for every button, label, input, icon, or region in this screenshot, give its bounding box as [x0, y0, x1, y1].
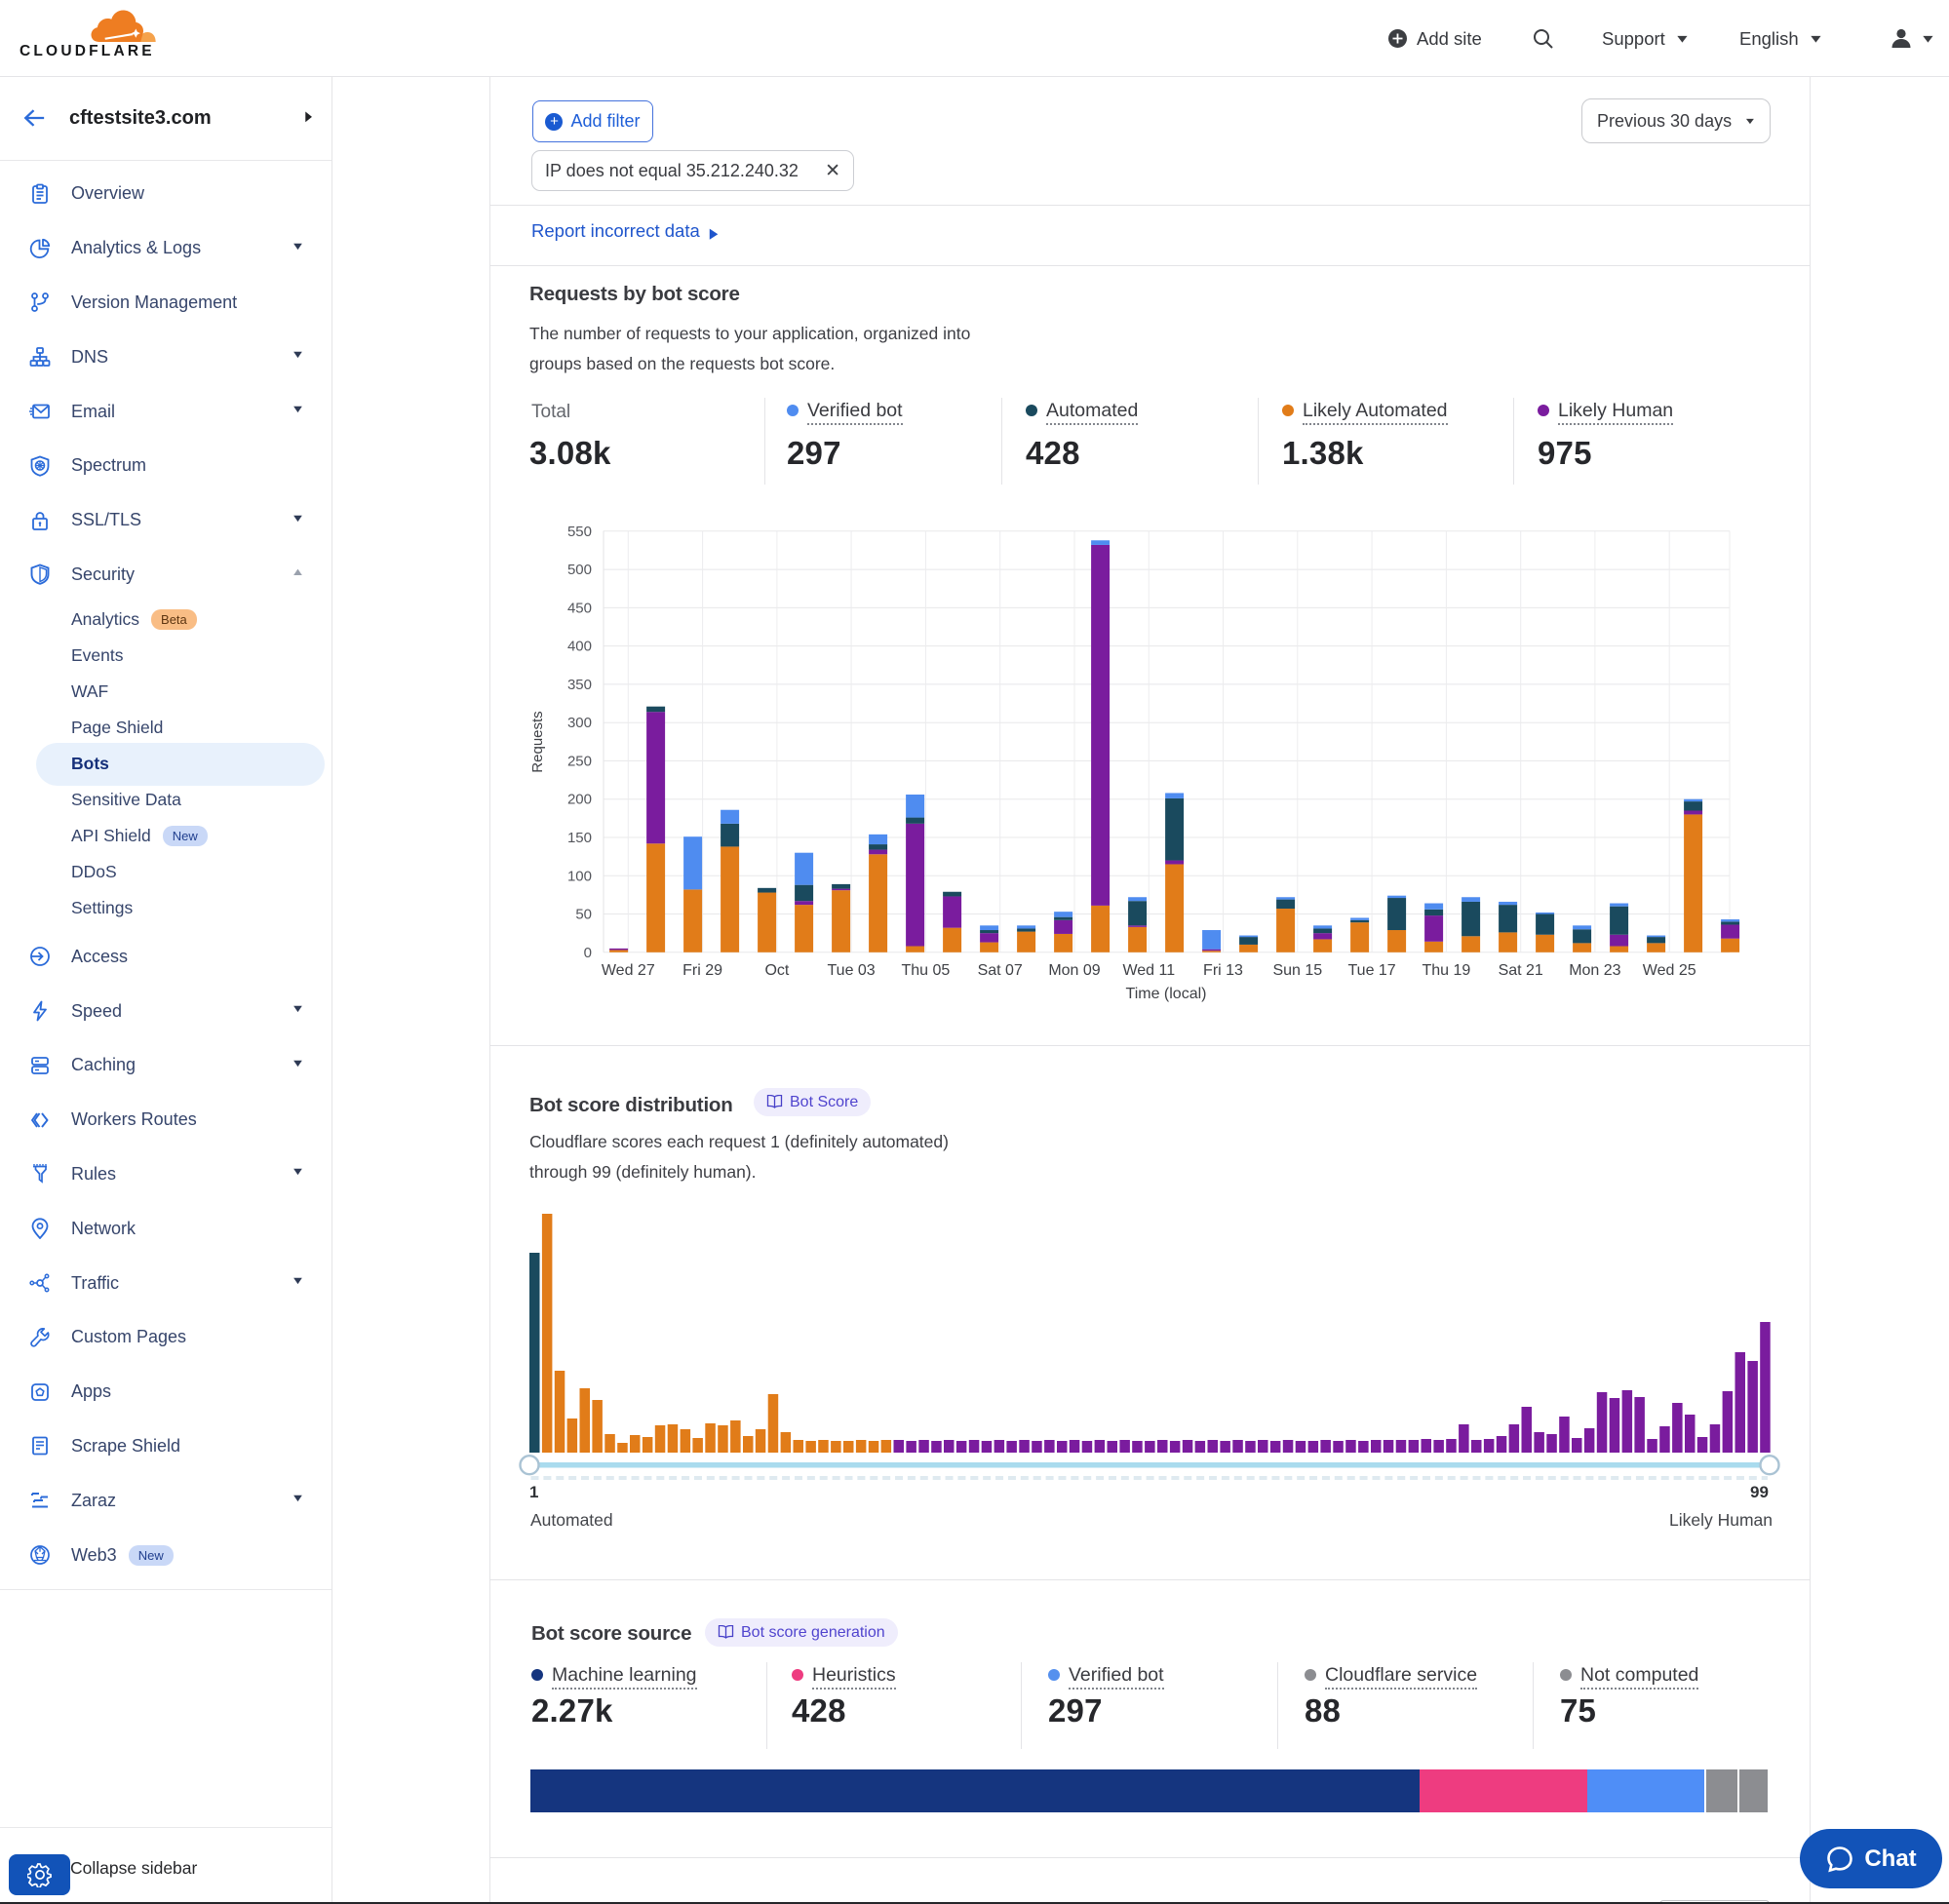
svg-text:Requests: Requests: [529, 711, 546, 772]
svg-text:Wed 25: Wed 25: [1643, 962, 1696, 979]
svg-text:0: 0: [584, 945, 592, 961]
svg-text:200: 200: [567, 792, 592, 808]
svg-text:Mon 23: Mon 23: [1569, 962, 1620, 979]
svg-text:Oct: Oct: [764, 962, 789, 979]
svg-text:Sun 15: Sun 15: [1272, 962, 1322, 979]
svg-text:Wed 11: Wed 11: [1122, 962, 1175, 979]
svg-text:50: 50: [575, 907, 592, 923]
svg-text:Tue 03: Tue 03: [827, 962, 875, 979]
svg-text:500: 500: [567, 562, 592, 578]
svg-text:Sat 21: Sat 21: [1499, 962, 1543, 979]
svg-text:450: 450: [567, 600, 592, 616]
svg-text:150: 150: [567, 830, 592, 846]
svg-text:300: 300: [567, 715, 592, 731]
svg-text:Mon 09: Mon 09: [1048, 962, 1100, 979]
svg-text:550: 550: [567, 524, 592, 540]
svg-text:250: 250: [567, 753, 592, 769]
svg-text:Thu 05: Thu 05: [901, 962, 950, 979]
svg-text:Fri 13: Fri 13: [1203, 962, 1243, 979]
svg-text:Time (local): Time (local): [1126, 986, 1207, 1002]
svg-text:Wed 27: Wed 27: [602, 962, 655, 979]
svg-text:Tue 17: Tue 17: [1347, 962, 1395, 979]
svg-text:Thu 19: Thu 19: [1422, 962, 1470, 979]
svg-text:400: 400: [567, 639, 592, 655]
svg-text:100: 100: [567, 868, 592, 884]
svg-text:350: 350: [567, 677, 592, 693]
svg-text:Fri 29: Fri 29: [682, 962, 722, 979]
svg-text:Sat 07: Sat 07: [978, 962, 1023, 979]
